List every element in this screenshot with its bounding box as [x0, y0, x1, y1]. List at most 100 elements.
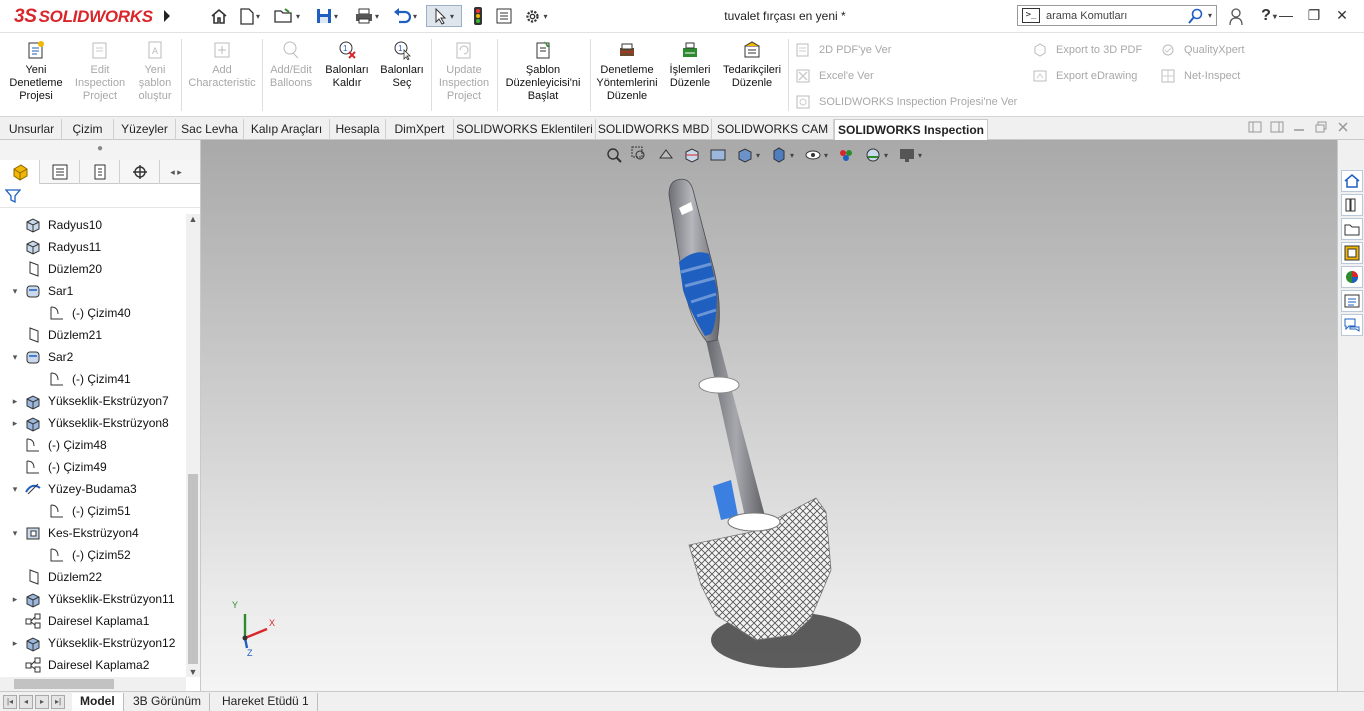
tab-solidworks-mbd[interactable]: SOLIDWORKS MBD: [596, 119, 712, 140]
menu-expand-arrow-icon[interactable]: [160, 5, 174, 27]
tree-item[interactable]: (-) Çizim41: [48, 368, 131, 390]
edit-inspection-methods-button[interactable]: Denetleme Yöntemlerini Düzenle: [593, 39, 661, 103]
search-dropdown-icon[interactable]: ▾: [1208, 11, 1212, 20]
feature-manager-tab-icon[interactable]: [0, 160, 40, 184]
expand-arrow-icon[interactable]: ▸: [10, 594, 20, 605]
launch-template-editor-button[interactable]: Şablon Düzenleyicisi'ni Başlat: [500, 39, 586, 103]
minimize-icon[interactable]: —: [1272, 4, 1300, 26]
tab-unsurlar[interactable]: Unsurlar: [2, 119, 62, 140]
update-inspection-project-button[interactable]: Update Inspection Project: [434, 39, 494, 103]
tree-item[interactable]: (-) Çizim48: [24, 434, 107, 456]
panel-tab-scroll-arrows[interactable]: ◂ ▸: [160, 160, 192, 184]
edit-inspection-project-button[interactable]: Edit Inspection Project: [70, 39, 130, 103]
tree-item[interactable]: (-) Çizim40: [48, 302, 131, 324]
tree-item[interactable]: ▾ Sar1: [13, 280, 74, 302]
bottom-tab-model[interactable]: Model: [72, 693, 124, 711]
last-tab-arrow-icon[interactable]: ▸|: [51, 695, 65, 709]
export-inspection-project-button[interactable]: SOLIDWORKS Inspection Projesi'ne Ver: [795, 94, 1017, 110]
tree-item[interactable]: Düzlem22: [24, 566, 102, 588]
next-tab-arrow-icon[interactable]: ▸: [35, 695, 49, 709]
tree-item[interactable]: ▸ Yükseklik-Ekstrüzyon12: [13, 632, 175, 654]
select-pointer-icon[interactable]: ▾: [426, 5, 462, 27]
tree-item[interactable]: Düzlem20: [24, 258, 102, 280]
home-icon[interactable]: [208, 5, 230, 27]
file-explorer-icon[interactable]: [1341, 218, 1363, 240]
task-pane-home-icon[interactable]: [1341, 170, 1363, 192]
scroll-thumb[interactable]: [188, 474, 198, 664]
view-palette-icon[interactable]: [1341, 242, 1363, 264]
appearances-scenes-icon[interactable]: [1341, 266, 1363, 288]
add-edit-balloons-button[interactable]: Add/Edit Balloons: [264, 39, 318, 90]
tree-item[interactable]: Dairesel Kaplama2: [24, 654, 149, 676]
tree-vertical-scrollbar[interactable]: ▲ ▼: [186, 214, 200, 677]
collapse-arrow-icon[interactable]: ▾: [10, 352, 20, 363]
new-inspection-project-button[interactable]: Yeni Denetleme Projesi: [5, 39, 67, 103]
tree-item[interactable]: ▸ Yükseklik-Ekstrüzyon7: [13, 390, 169, 412]
tree-item[interactable]: ▾ Sar2: [13, 346, 74, 368]
add-characteristic-button[interactable]: Add Characteristic: [184, 39, 260, 90]
viewport-close-icon[interactable]: [1336, 121, 1350, 133]
scroll-up-icon[interactable]: ▲: [186, 214, 200, 224]
graphics-area[interactable]: ▾ ▾ ▾ ▾ ▾ Y X Z: [201, 140, 1337, 691]
tab-dimxpert[interactable]: DimXpert: [386, 119, 454, 140]
panel-grip-handle[interactable]: ●: [0, 140, 200, 160]
viewport-restore-icon[interactable]: [1314, 121, 1328, 133]
collapse-arrow-icon[interactable]: ▾: [10, 528, 20, 539]
tab-yuzeyler[interactable]: Yüzeyler: [114, 119, 176, 140]
tab-sac-levha[interactable]: Sac Levha: [176, 119, 244, 140]
export-excel-button[interactable]: Excel'e Ver: [795, 68, 874, 84]
expand-arrow-icon[interactable]: ▸: [10, 418, 20, 429]
tree-item[interactable]: Radyus10: [24, 214, 102, 236]
viewport-minimize-icon[interactable]: [1292, 121, 1306, 133]
search-icon[interactable]: [1188, 8, 1204, 24]
export-edrawing-button[interactable]: Export eDrawing: [1032, 68, 1137, 84]
expand-arrow-icon[interactable]: ▸: [10, 638, 20, 649]
open-folder-icon[interactable]: ▾: [270, 5, 304, 27]
expand-arrow-icon[interactable]: ▸: [10, 396, 20, 407]
scroll-down-icon[interactable]: ▼: [186, 667, 200, 677]
close-icon[interactable]: ✕: [1328, 4, 1356, 26]
edit-operations-button[interactable]: İşlemleri Düzenle: [664, 39, 716, 90]
new-document-icon[interactable]: ▾: [234, 5, 266, 27]
bottom-tab-motion-study[interactable]: Hareket Etüdü 1: [214, 693, 318, 711]
forum-icon[interactable]: [1341, 314, 1363, 336]
first-tab-arrow-icon[interactable]: |◂: [3, 695, 17, 709]
property-manager-tab-icon[interactable]: [40, 160, 80, 184]
bottom-tab-3d-view[interactable]: 3B Görünüm: [125, 693, 211, 711]
print-icon[interactable]: ▾: [350, 5, 384, 27]
select-balloons-button[interactable]: 1 Balonları Seç: [376, 39, 428, 90]
tree-item[interactable]: (-) Çizim51: [48, 500, 131, 522]
tree-item[interactable]: ▾ Kes-Ekstrüzyon4: [13, 522, 139, 544]
edit-vendors-button[interactable]: Tedarikçileri Düzenle: [719, 39, 785, 90]
tab-solidworks-cam[interactable]: SOLIDWORKS CAM: [712, 119, 834, 140]
collapse-arrow-icon[interactable]: ▾: [10, 484, 20, 495]
restore-icon[interactable]: ❐: [1300, 4, 1328, 26]
file-properties-icon[interactable]: [494, 5, 514, 27]
toilet-brush-model[interactable]: [201, 140, 1337, 691]
filter-icon[interactable]: [5, 188, 21, 204]
remove-balloons-button[interactable]: 1 Balonları Kaldır: [321, 39, 373, 90]
tree-item[interactable]: ▸ Yükseklik-Ekstrüzyon11: [13, 588, 175, 610]
export-3d-pdf-button[interactable]: Export to 3D PDF: [1032, 42, 1142, 58]
solidworks-logo[interactable]: 3S SOLIDWORKS: [14, 6, 153, 28]
tile-left-icon[interactable]: [1248, 121, 1262, 133]
tile-right-icon[interactable]: [1270, 121, 1284, 133]
tree-filter[interactable]: [0, 184, 200, 208]
tab-hesapla[interactable]: Hesapla: [330, 119, 386, 140]
search-commands-box[interactable]: >_ arama Komutları ▾: [1017, 5, 1217, 26]
user-account-icon[interactable]: [1226, 5, 1246, 27]
tab-solidworks-eklentileri[interactable]: SOLIDWORKS Eklentileri: [454, 119, 596, 140]
undo-icon[interactable]: ▾: [389, 5, 421, 27]
prev-tab-arrow-icon[interactable]: ◂: [19, 695, 33, 709]
configuration-manager-tab-icon[interactable]: [80, 160, 120, 184]
collapse-arrow-icon[interactable]: ▾: [10, 286, 20, 297]
rebuild-traffic-light-icon[interactable]: [470, 5, 486, 27]
design-library-icon[interactable]: [1341, 194, 1363, 216]
tree-item[interactable]: (-) Çizim52: [48, 544, 131, 566]
export-2d-pdf-button[interactable]: 2D PDF'ye Ver: [795, 42, 891, 58]
tree-item[interactable]: Düzlem21: [24, 324, 102, 346]
dimxpert-manager-tab-icon[interactable]: [120, 160, 160, 184]
tree-item[interactable]: ▾ Yüzey-Budama3: [13, 478, 137, 500]
tab-solidworks-inspection[interactable]: SOLIDWORKS Inspection: [834, 119, 988, 140]
new-template-button[interactable]: A Yeni şablon oluştur: [133, 39, 177, 103]
